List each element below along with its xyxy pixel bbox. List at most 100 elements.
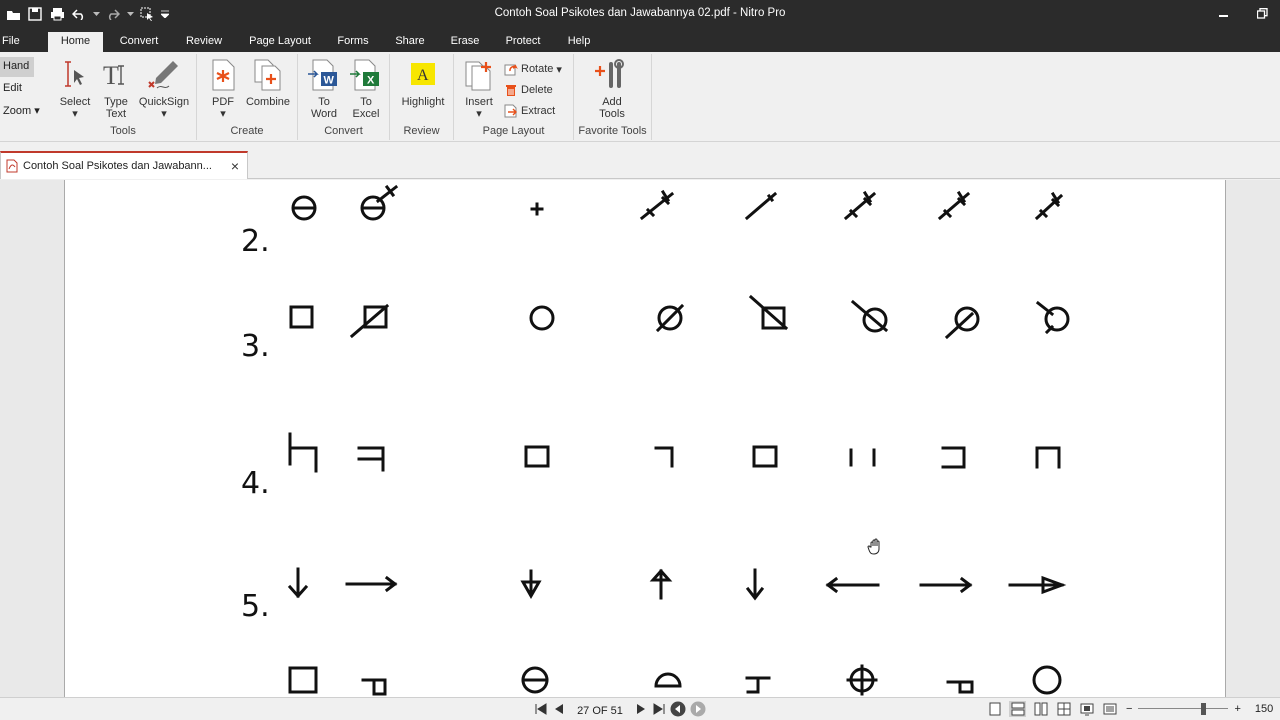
tab-page-layout[interactable]: Page Layout bbox=[244, 32, 316, 52]
page-indicator[interactable]: 27 OF 51 bbox=[570, 705, 630, 717]
delete-button[interactable]: Delete bbox=[504, 81, 553, 99]
document-view[interactable]: 2. 3. 4. 5. bbox=[0, 180, 1280, 697]
fit-page-icon[interactable] bbox=[1078, 701, 1095, 717]
tab-forms[interactable]: Forms bbox=[332, 32, 374, 52]
next-page-icon[interactable] bbox=[634, 702, 648, 719]
type-text-label-1: Type bbox=[104, 96, 128, 108]
tab-share[interactable]: Share bbox=[390, 32, 430, 52]
word-file-icon: W bbox=[308, 59, 337, 91]
svg-text:W: W bbox=[324, 75, 335, 87]
window-title: Contoh Soal Psikotes dan Jawabannya 02.p… bbox=[494, 7, 786, 19]
forward-view-icon[interactable] bbox=[690, 701, 706, 720]
select-button[interactable]: Select ▾ bbox=[56, 58, 94, 120]
insert-label: Insert bbox=[465, 96, 493, 108]
view-mode-buttons bbox=[986, 701, 1118, 717]
to-excel-button[interactable]: X To Excel bbox=[346, 58, 386, 120]
pdf-button[interactable]: PDF ▾ bbox=[205, 58, 241, 120]
extract-icon bbox=[504, 104, 517, 118]
zoom-in-icon[interactable]: + bbox=[1234, 703, 1240, 715]
create-group: PDF ▾ Combine Create bbox=[197, 54, 298, 140]
tab-erase[interactable]: Erase bbox=[446, 32, 484, 52]
tab-protect[interactable]: Protect bbox=[500, 32, 546, 52]
zoom-slider-track bbox=[1138, 708, 1229, 709]
continuous-facing-view-icon[interactable] bbox=[1055, 701, 1072, 717]
quicksign-button[interactable]: QuickSign ▾ bbox=[136, 58, 192, 120]
first-page-icon[interactable] bbox=[534, 702, 548, 719]
zoom-slider-thumb[interactable] bbox=[1201, 703, 1207, 715]
insert-button[interactable]: Insert ▾ bbox=[460, 58, 498, 120]
single-page-view-icon[interactable] bbox=[986, 701, 1003, 717]
delete-label: Delete bbox=[521, 84, 553, 96]
type-text-button[interactable]: T Type Text bbox=[98, 58, 134, 120]
combine-button[interactable]: Combine bbox=[243, 58, 293, 108]
row-5-symbols bbox=[287, 567, 1067, 601]
to-word-button[interactable]: W To Word bbox=[304, 58, 344, 120]
last-page-icon[interactable] bbox=[652, 702, 666, 719]
highlight-button[interactable]: A Highlight bbox=[396, 58, 450, 108]
chevron-down-icon: ▾ bbox=[72, 108, 78, 120]
close-tab-icon[interactable]: × bbox=[231, 158, 239, 174]
extract-button[interactable]: Extract bbox=[504, 102, 555, 120]
zoom-slider[interactable] bbox=[1138, 701, 1229, 717]
svg-text:T: T bbox=[103, 61, 119, 90]
tab-file[interactable]: File bbox=[2, 32, 24, 52]
row-3-symbols bbox=[289, 294, 1070, 340]
hand-mode-button[interactable]: Hand bbox=[0, 57, 34, 77]
row-4-symbols bbox=[288, 432, 1061, 473]
chevron-down-icon: ▾ bbox=[161, 108, 167, 120]
zoom-out-icon[interactable]: − bbox=[1126, 703, 1132, 715]
rotate-icon bbox=[504, 64, 518, 76]
favorite-tools-group-label: Favorite Tools bbox=[578, 125, 647, 137]
trash-icon bbox=[506, 85, 516, 96]
row-6-symbols bbox=[288, 664, 1062, 696]
to-word-label-1: To bbox=[318, 96, 330, 108]
convert-group: W To Word X To Excel Convert bbox=[298, 54, 390, 140]
chevron-down-icon: ▾ bbox=[220, 108, 226, 120]
tab-home[interactable]: Home bbox=[48, 32, 103, 52]
title-bar: Contoh Soal Psikotes dan Jawabannya 02.p… bbox=[0, 0, 1280, 28]
svg-text:A: A bbox=[417, 67, 429, 84]
minimize-icon[interactable] bbox=[1216, 5, 1232, 21]
to-excel-label-1: To bbox=[360, 96, 372, 108]
zoom-level[interactable]: 150 bbox=[1255, 703, 1273, 715]
review-group: A Highlight Review bbox=[390, 54, 454, 140]
chevron-down-icon: ▾ bbox=[34, 105, 40, 117]
hand-cursor-icon bbox=[867, 538, 880, 555]
previous-page-icon[interactable] bbox=[552, 702, 566, 719]
document-tab[interactable]: Contoh Soal Psikotes dan Jawabann... × bbox=[0, 151, 248, 179]
zoom-control: − + 150 bbox=[1126, 701, 1273, 717]
tab-convert[interactable]: Convert bbox=[113, 32, 165, 52]
tab-help[interactable]: Help bbox=[562, 32, 596, 52]
add-tools-label-1: Add bbox=[602, 96, 622, 108]
row-2-symbols bbox=[291, 184, 1064, 221]
rotate-label: Rotate bbox=[521, 63, 554, 75]
edit-mode-button[interactable]: Edit bbox=[0, 79, 44, 99]
type-text-label-2: Text bbox=[105, 108, 127, 120]
figure-symbols bbox=[287, 184, 1070, 696]
select-label: Select bbox=[59, 96, 91, 108]
pdf-label: PDF bbox=[212, 96, 234, 108]
pdf-page: 2. 3. 4. 5. bbox=[64, 180, 1226, 697]
add-tools-button[interactable]: Add Tools bbox=[592, 58, 632, 120]
quicksign-pen-icon bbox=[148, 61, 178, 89]
facing-view-icon[interactable] bbox=[1032, 701, 1049, 717]
to-word-label-2: Word bbox=[310, 108, 338, 120]
restore-icon[interactable] bbox=[1254, 5, 1270, 21]
zoom-mode-label: Zoom bbox=[3, 105, 32, 117]
pdf-file-icon bbox=[6, 159, 18, 173]
review-group-label: Review bbox=[403, 125, 440, 137]
continuous-view-icon[interactable] bbox=[1009, 701, 1026, 717]
status-bar: 27 OF 51 − + 150 bbox=[0, 697, 1280, 720]
page-layout-group: Insert ▾ Rotate ▾ Delete Extract Page Layo… bbox=[454, 54, 574, 140]
fit-width-icon[interactable] bbox=[1101, 701, 1118, 717]
rotate-button[interactable]: Rotate ▾ bbox=[504, 60, 562, 78]
back-view-icon[interactable] bbox=[670, 701, 686, 720]
extract-label: Extract bbox=[521, 105, 556, 117]
to-excel-label-2: Excel bbox=[352, 108, 380, 120]
convert-group-label: Convert bbox=[324, 125, 363, 137]
tab-review[interactable]: Review bbox=[180, 32, 228, 52]
zoom-mode-button[interactable]: Zoom ▾ bbox=[0, 101, 44, 121]
add-tools-icon bbox=[595, 59, 624, 88]
chevron-down-icon: ▾ bbox=[476, 108, 482, 120]
page-navigation: 27 OF 51 bbox=[534, 701, 706, 720]
